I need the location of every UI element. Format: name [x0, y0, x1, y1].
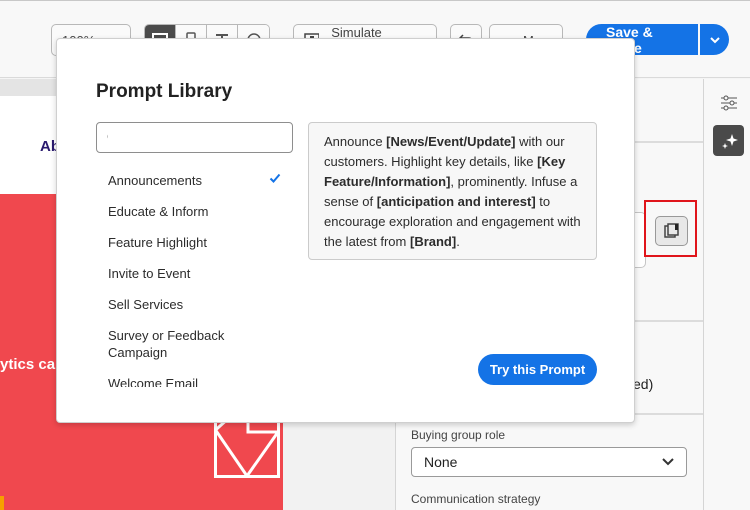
highlighted-region — [644, 200, 697, 257]
category-item[interactable]: Sell Services — [96, 289, 293, 320]
prompt-text: . — [456, 234, 460, 249]
try-prompt-button[interactable]: Try this Prompt — [478, 354, 597, 385]
prompt-placeholder: [anticipation and interest] — [376, 194, 536, 209]
prompt-preview: Announce [News/Event/Update] with our cu… — [308, 122, 597, 260]
right-rail — [703, 79, 750, 510]
category-label: Educate & Inform — [108, 204, 209, 219]
category-item[interactable]: Educate & Inform — [96, 196, 293, 227]
search-input[interactable] — [116, 130, 292, 145]
prompt-library-button[interactable] — [655, 216, 688, 246]
category-item[interactable]: Welcome Email — [96, 368, 293, 387]
buying-group-select[interactable]: None — [411, 447, 687, 477]
category-label: Invite to Event — [108, 266, 191, 281]
communication-strategy-label: Communication strategy — [411, 492, 541, 506]
save-options-button[interactable] — [700, 24, 729, 55]
checkmark-icon — [269, 173, 281, 183]
search-icon — [107, 134, 108, 138]
prompt-library-dialog: Prompt Library Announcements Educate & In… — [56, 38, 635, 423]
sparkle-icon — [721, 133, 738, 149]
orange-accent — [0, 496, 4, 510]
truncated-value: ed) — [633, 376, 654, 392]
chevron-down-icon — [662, 458, 674, 466]
category-label: Feature Highlight — [108, 235, 207, 250]
category-label: Welcome Email — [108, 376, 199, 387]
ai-assistant-rail-button[interactable] — [713, 125, 744, 156]
hero-text: ytics ca — [0, 356, 56, 373]
properties-rail-button[interactable] — [713, 87, 744, 118]
category-item[interactable]: Announcements — [96, 165, 293, 196]
sliders-icon — [720, 95, 737, 110]
prompt-text: Announce — [324, 134, 387, 149]
buying-group-label: Buying group role — [411, 428, 506, 442]
category-label: Announcements — [108, 173, 202, 188]
prompt-placeholder: [News/Event/Update] — [386, 134, 516, 149]
category-item[interactable]: Survey or Feedback Campaign — [96, 320, 293, 368]
category-item[interactable]: Invite to Event — [96, 258, 293, 289]
prompt-placeholder: [Brand] — [409, 234, 457, 249]
category-list[interactable]: Announcements Educate & Inform Feature Hig… — [96, 165, 293, 387]
category-label: Sell Services — [108, 297, 184, 312]
category-item[interactable]: Feature Highlight — [96, 227, 293, 258]
dialog-title: Prompt Library — [96, 81, 233, 102]
search-field[interactable] — [96, 122, 293, 153]
category-label: Survey or Feedback Campaign — [108, 328, 225, 360]
library-icon — [663, 223, 679, 238]
buying-group-value: None — [424, 454, 458, 470]
chevron-down-icon — [709, 36, 720, 43]
